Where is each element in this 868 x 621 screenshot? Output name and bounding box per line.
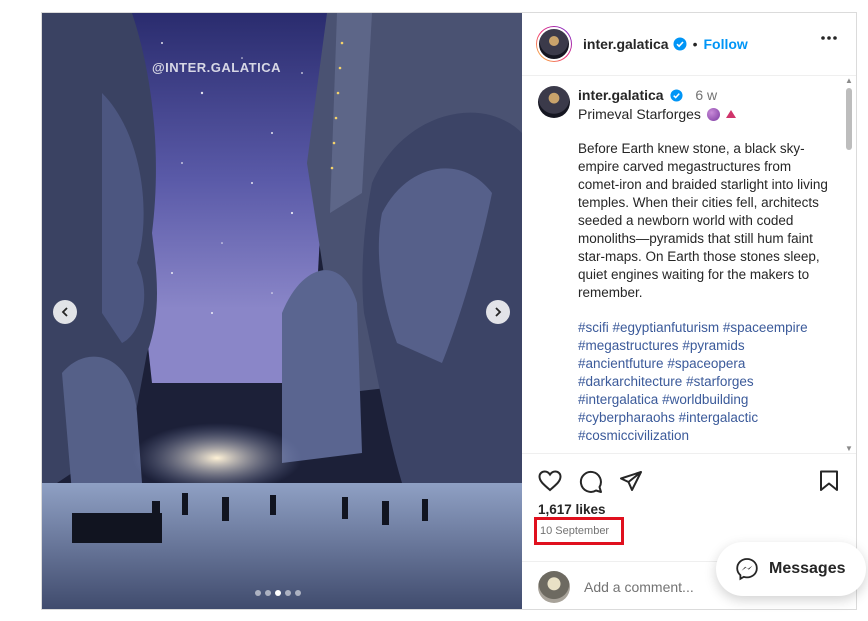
post-date[interactable]: 10 September — [540, 525, 609, 537]
hashtag-link[interactable]: #spaceopera — [667, 356, 745, 371]
current-user-avatar — [538, 571, 570, 603]
carousel-dot — [285, 590, 291, 596]
scroll-down-arrow-icon[interactable]: ▼ — [845, 444, 853, 453]
heart-icon[interactable] — [538, 470, 562, 492]
comment-input[interactable]: Add a comment... — [584, 579, 694, 595]
post-image — [42, 13, 522, 609]
triangle-emoji-icon — [725, 110, 736, 118]
carousel-dot — [265, 590, 271, 596]
verified-badge-icon — [673, 37, 687, 51]
carousel-prev-button[interactable] — [53, 300, 77, 324]
planet-emoji-icon — [706, 107, 720, 121]
chevron-left-icon — [61, 307, 68, 317]
hashtag-link[interactable]: #ancientfuture — [578, 356, 664, 371]
hashtag-link[interactable]: #cyberpharaohs — [578, 410, 675, 425]
hashtag-link[interactable]: #starforges — [686, 374, 754, 389]
carousel-dot-active — [275, 590, 281, 596]
post-container: @INTER.GALATICA inter.galatica • Follow … — [41, 12, 857, 610]
caption-title-text: Primeval Starforges — [578, 106, 701, 122]
caption-scrollbar[interactable]: ▲ ▼ — [844, 76, 854, 453]
messages-button[interactable]: Messages — [716, 542, 866, 596]
hashtag-link[interactable]: #pyramids — [682, 338, 744, 353]
post-side-panel: inter.galatica • Follow inter.galatica 6… — [522, 13, 856, 609]
caption-time[interactable]: 6 w — [695, 87, 717, 103]
image-watermark: @INTER.GALATICA — [152, 60, 281, 75]
carousel-dot — [295, 590, 301, 596]
messenger-icon — [736, 558, 758, 581]
more-horizontal-icon[interactable] — [820, 35, 838, 41]
caption-header: inter.galatica 6 w — [578, 87, 717, 103]
messages-label: Messages — [769, 560, 846, 577]
verified-badge-icon — [670, 89, 684, 102]
follow-button[interactable]: Follow — [704, 36, 748, 52]
hashtag-link[interactable]: #worldbuilding — [662, 392, 748, 407]
comment-icon[interactable] — [579, 470, 603, 494]
hashtag-link[interactable]: #egyptianfuturism — [613, 320, 720, 335]
caption-username[interactable]: inter.galatica — [578, 87, 664, 103]
post-header: inter.galatica • Follow — [522, 13, 856, 76]
hashtag-link[interactable]: #darkarchitecture — [578, 374, 682, 389]
caption-avatar[interactable] — [538, 86, 570, 118]
chevron-right-icon — [495, 307, 502, 317]
profile-avatar-ring[interactable] — [536, 26, 572, 62]
header-username[interactable]: inter.galatica — [583, 36, 669, 52]
hashtag-link[interactable]: #intergalatica — [578, 392, 658, 407]
post-media[interactable]: @INTER.GALATICA — [42, 13, 522, 609]
send-icon[interactable] — [619, 470, 643, 492]
bookmark-icon[interactable] — [819, 470, 839, 492]
date-highlight-box: 10 September — [534, 517, 624, 545]
caption-body: Before Earth knew stone, a black sky-emp… — [578, 141, 828, 300]
caption-title: Primeval Starforges — [578, 106, 736, 122]
hashtag-link[interactable]: #cosmiccivilization — [578, 428, 689, 443]
carousel-next-button[interactable] — [486, 300, 510, 324]
carousel-dot — [255, 590, 261, 596]
hashtag-link[interactable]: #intergalactic — [679, 410, 759, 425]
scroll-up-arrow-icon[interactable]: ▲ — [845, 76, 853, 85]
hashtag-link[interactable]: #megastructures — [578, 338, 679, 353]
hashtag-link[interactable]: #scifi — [578, 320, 609, 335]
scroll-thumb[interactable] — [846, 88, 852, 150]
caption-hashtags: #scifi #egyptianfuturism #spaceempire #m… — [578, 319, 838, 445]
caption-area[interactable]: inter.galatica 6 w Primeval Starforges B… — [522, 76, 856, 453]
avatar — [537, 27, 571, 61]
header-separator: • — [692, 36, 698, 52]
likes-count[interactable]: 1,617 likes — [538, 502, 606, 517]
hashtag-link[interactable]: #spaceempire — [723, 320, 808, 335]
carousel-dots — [255, 590, 301, 596]
